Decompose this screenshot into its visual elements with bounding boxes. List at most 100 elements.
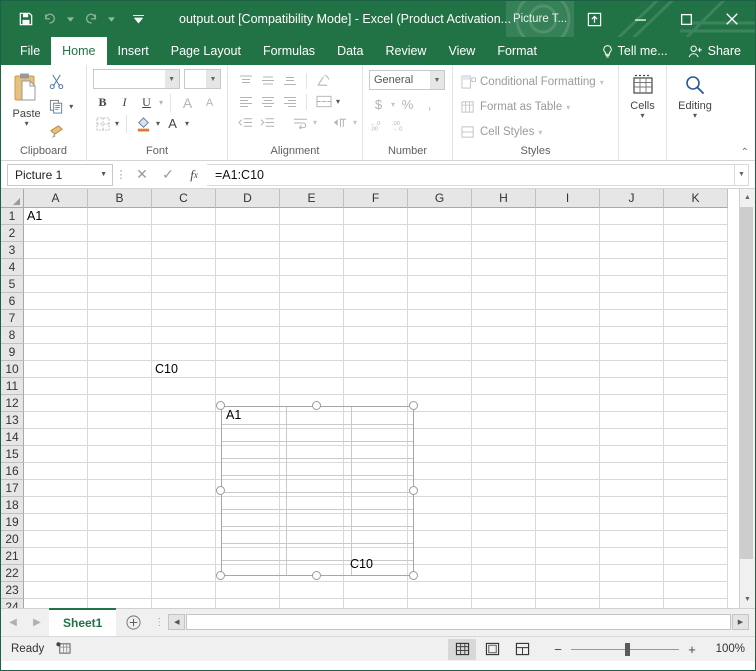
vertical-scroll-track[interactable] [740, 206, 756, 591]
cells-dropdown-icon[interactable]: ▾ [640, 112, 644, 119]
cell-A22[interactable] [24, 565, 88, 582]
cell-F8[interactable] [344, 327, 408, 344]
prev-sheet-icon[interactable]: ◀ [1, 609, 25, 636]
cell-H12[interactable] [472, 395, 536, 412]
tab-review[interactable]: Review [374, 37, 437, 65]
cell-D23[interactable] [216, 582, 280, 599]
cell-K14[interactable] [664, 429, 728, 446]
resize-handle-sw[interactable] [216, 571, 225, 580]
cell-H20[interactable] [472, 531, 536, 548]
cell-J7[interactable] [600, 310, 664, 327]
cell-H4[interactable] [472, 259, 536, 276]
cell-B1[interactable] [88, 208, 152, 225]
cell-C23[interactable] [152, 582, 216, 599]
undo-dropdown-icon[interactable] [63, 8, 78, 30]
cell-C13[interactable] [152, 412, 216, 429]
cell-I18[interactable] [536, 497, 600, 514]
cell-H18[interactable] [472, 497, 536, 514]
cell-J8[interactable] [600, 327, 664, 344]
cell-A2[interactable] [24, 225, 88, 242]
formula-bar-grip[interactable]: ⋮ [113, 168, 129, 181]
page-break-icon[interactable] [508, 639, 536, 660]
cell-D2[interactable] [216, 225, 280, 242]
cut-icon[interactable] [47, 72, 66, 91]
cell-G10[interactable] [408, 361, 472, 378]
column-header-D[interactable]: D [216, 189, 280, 208]
cell-H6[interactable] [472, 293, 536, 310]
cell-K5[interactable] [664, 276, 728, 293]
cell-B15[interactable] [88, 446, 152, 463]
conditional-formatting-button[interactable]: Conditional Formatting ▾ [461, 71, 612, 93]
cell-K1[interactable] [664, 208, 728, 225]
cell-B10[interactable] [88, 361, 152, 378]
tab-file[interactable]: File [9, 37, 51, 65]
cell-K11[interactable] [664, 378, 728, 395]
cell-I12[interactable] [536, 395, 600, 412]
cell-I24[interactable] [536, 599, 600, 608]
confirm-icon[interactable]: ✓ [155, 164, 181, 186]
cell-G20[interactable] [408, 531, 472, 548]
cell-H7[interactable] [472, 310, 536, 327]
zoom-slider-track[interactable] [571, 649, 679, 650]
cell-I22[interactable] [536, 565, 600, 582]
align-left-icon[interactable] [236, 92, 255, 111]
cell-A6[interactable] [24, 293, 88, 310]
number-format-dropdown-icon[interactable]: ▼ [430, 71, 444, 89]
cell-K17[interactable] [664, 480, 728, 497]
resize-handle-s[interactable] [312, 571, 321, 580]
resize-handle-ne[interactable] [409, 401, 418, 410]
cell-B16[interactable] [88, 463, 152, 480]
cell-J16[interactable] [600, 463, 664, 480]
font-color-dropdown-icon[interactable]: ▾ [185, 120, 189, 127]
cell-I23[interactable] [536, 582, 600, 599]
cell-A23[interactable] [24, 582, 88, 599]
cell-G7[interactable] [408, 310, 472, 327]
cell-I20[interactable] [536, 531, 600, 548]
italic-button[interactable]: I [115, 93, 134, 112]
column-header-F[interactable]: F [344, 189, 408, 208]
cell-K2[interactable] [664, 225, 728, 242]
tab-insert[interactable]: Insert [107, 37, 160, 65]
merge-dropdown-icon[interactable]: ▾ [336, 98, 340, 105]
orientation-icon[interactable] [314, 71, 333, 90]
merge-cells-icon[interactable] [314, 92, 333, 111]
row-header-1[interactable]: 1 [1, 208, 24, 225]
cell-F23[interactable] [344, 582, 408, 599]
format-as-table-button[interactable]: Format as Table ▾ [461, 96, 612, 118]
format-as-table-dropdown-icon[interactable]: ▾ [566, 104, 570, 111]
row-header-2[interactable]: 2 [1, 225, 24, 242]
cell-F2[interactable] [344, 225, 408, 242]
cell-G2[interactable] [408, 225, 472, 242]
cell-F9[interactable] [344, 344, 408, 361]
cell-I2[interactable] [536, 225, 600, 242]
cell-A18[interactable] [24, 497, 88, 514]
cell-B7[interactable] [88, 310, 152, 327]
cell-C2[interactable] [152, 225, 216, 242]
ribbon-options-icon[interactable] [571, 1, 617, 37]
cell-A9[interactable] [24, 344, 88, 361]
select-all-corner[interactable] [1, 189, 24, 208]
cell-I17[interactable] [536, 480, 600, 497]
column-header-I[interactable]: I [536, 189, 600, 208]
cell-A20[interactable] [24, 531, 88, 548]
vertical-scroll-thumb[interactable] [740, 207, 753, 559]
column-header-C[interactable]: C [152, 189, 216, 208]
cell-G13[interactable] [408, 412, 472, 429]
cell-G17[interactable] [408, 480, 472, 497]
cell-I19[interactable] [536, 514, 600, 531]
cell-E11[interactable] [280, 378, 344, 395]
number-format-combo[interactable]: General ▼ [369, 70, 445, 90]
accounting-format-button[interactable]: $ [369, 95, 388, 114]
cell-H1[interactable] [472, 208, 536, 225]
align-top-icon[interactable] [236, 71, 255, 90]
cell-J17[interactable] [600, 480, 664, 497]
cell-G6[interactable] [408, 293, 472, 310]
conditional-formatting-dropdown-icon[interactable]: ▾ [600, 79, 604, 86]
cell-C1[interactable] [152, 208, 216, 225]
cell-D10[interactable] [216, 361, 280, 378]
cell-C16[interactable] [152, 463, 216, 480]
cell-H22[interactable] [472, 565, 536, 582]
cell-A17[interactable] [24, 480, 88, 497]
cell-G8[interactable] [408, 327, 472, 344]
cell-F3[interactable] [344, 242, 408, 259]
